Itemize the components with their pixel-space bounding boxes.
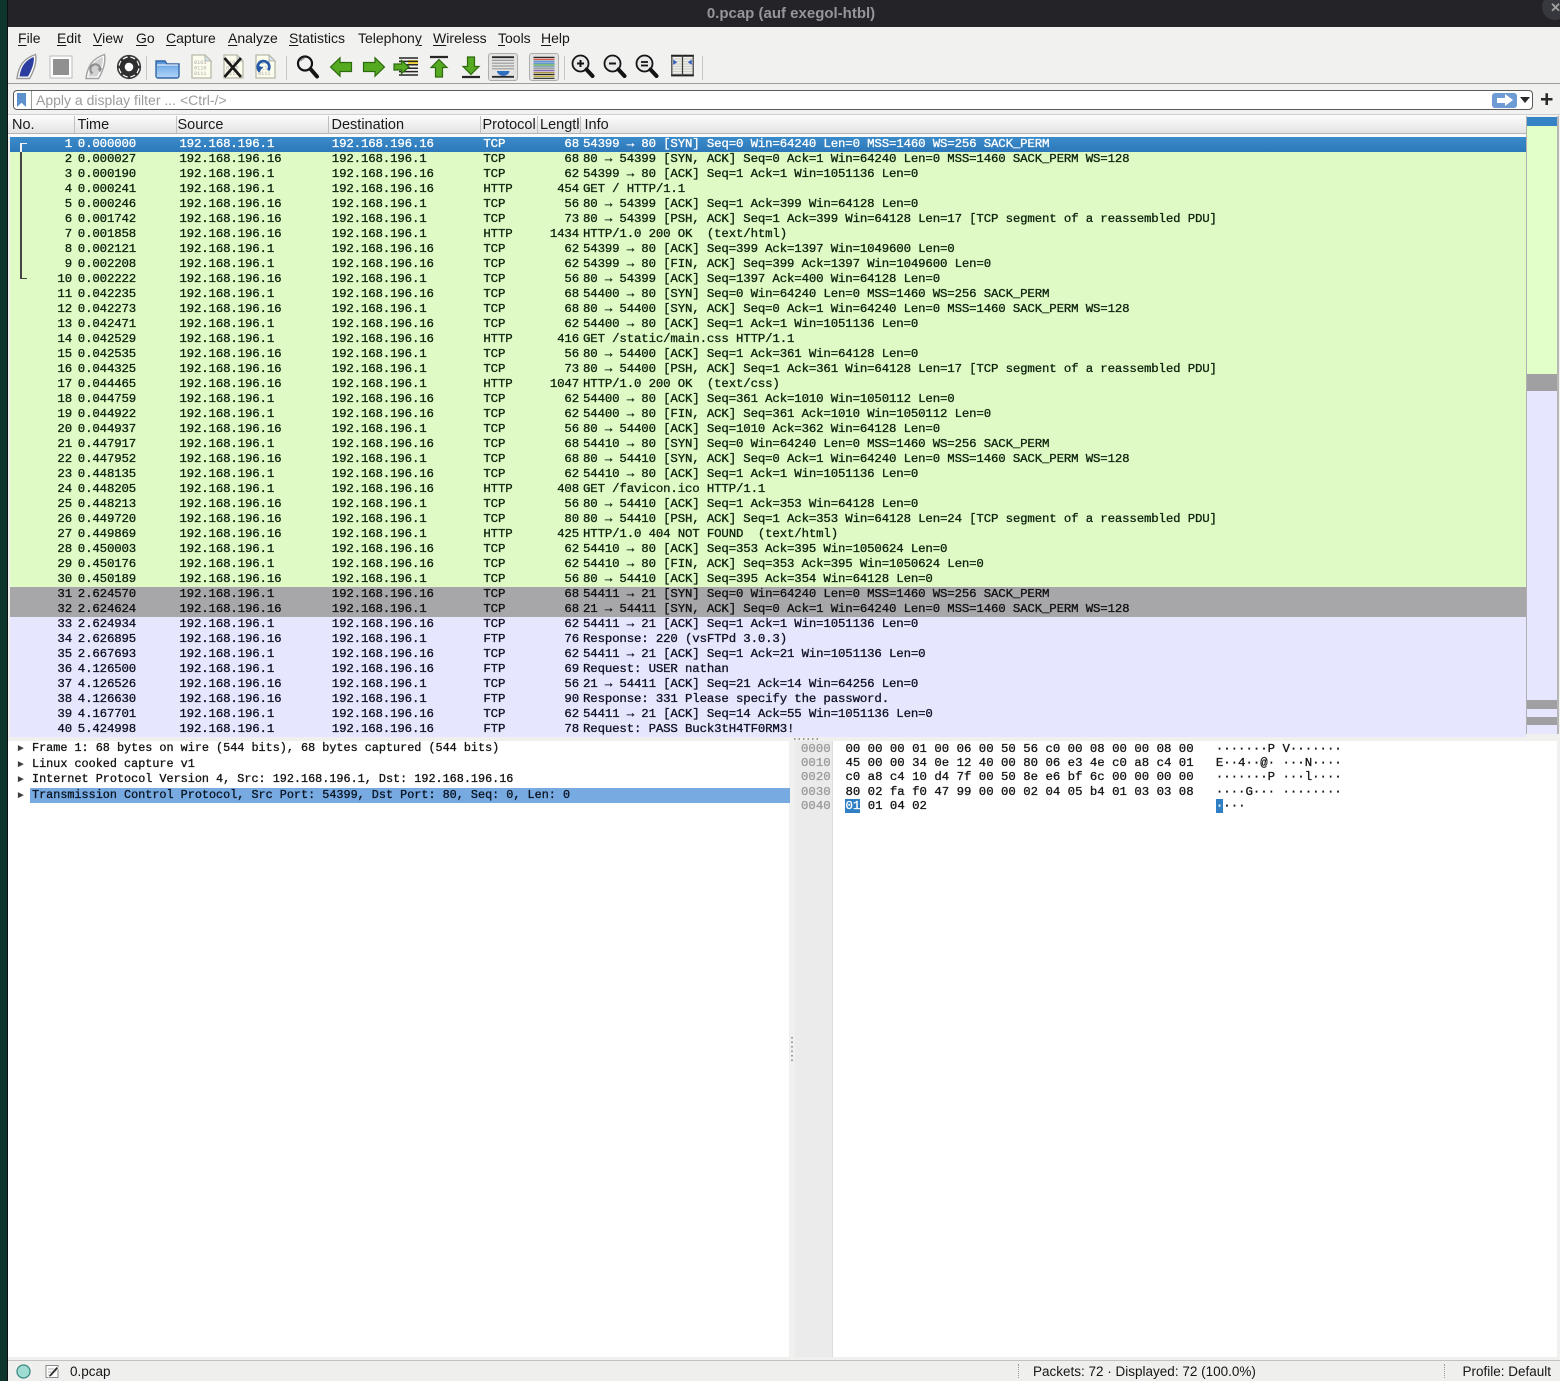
- svg-text:0111: 0111: [258, 71, 270, 77]
- svg-text:0111: 0111: [194, 71, 206, 77]
